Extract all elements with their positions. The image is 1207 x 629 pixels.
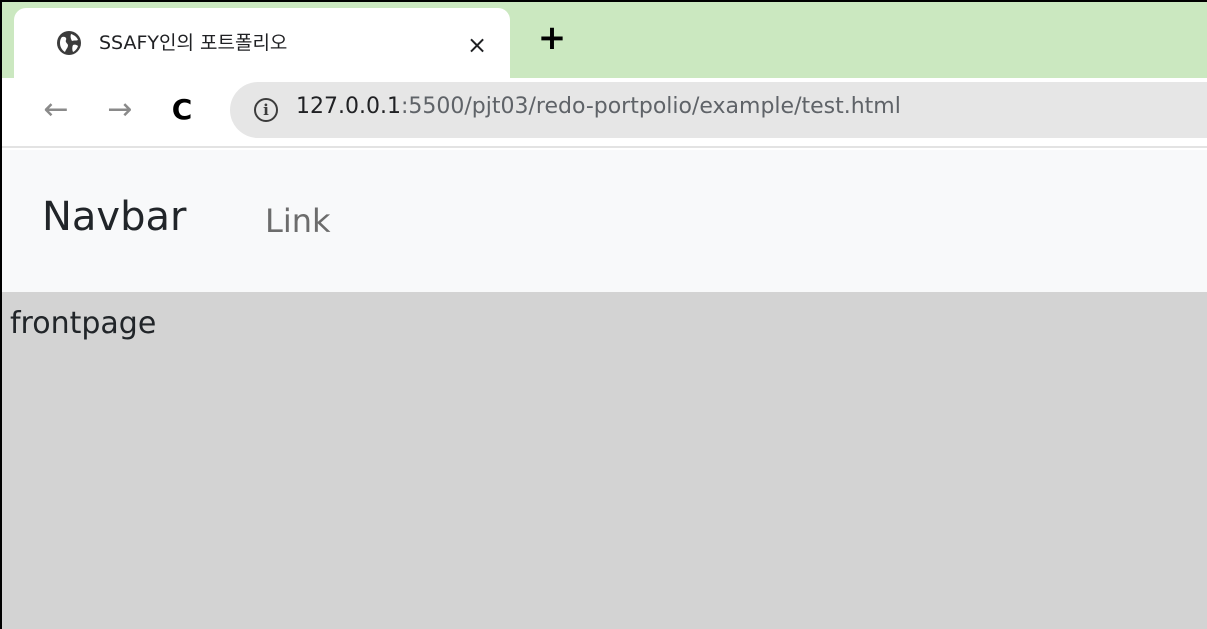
reload-button[interactable]: C	[162, 90, 202, 130]
frontpage-text: frontpage	[10, 306, 157, 341]
new-tab-button[interactable]: +	[530, 16, 574, 60]
globe-icon	[56, 30, 82, 56]
forward-button[interactable]: →	[100, 90, 140, 130]
tab-title: SSAFY인의 포트폴리오	[99, 32, 288, 54]
url-host: 127.0.0.1	[296, 94, 401, 119]
frontpage-section: frontpage	[2, 292, 1207, 629]
back-button[interactable]: ←	[36, 90, 76, 130]
address-bar[interactable]: i 127.0.0.1:5500/pjt03/redo-portpolio/ex…	[230, 82, 1207, 138]
tab-active[interactable]: SSAFY인의 포트폴리오 ×	[14, 8, 510, 78]
navbar-brand[interactable]: Navbar	[42, 194, 186, 240]
browser-window: SSAFY인의 포트폴리오 × + ← → C i 127.0.0.1:5500…	[0, 0, 1207, 629]
info-icon[interactable]: i	[254, 98, 278, 122]
tab-strip: SSAFY인의 포트폴리오 × +	[2, 2, 1207, 78]
url-text[interactable]: 127.0.0.1:5500/pjt03/redo-portpolio/exam…	[296, 94, 901, 119]
close-icon[interactable]: ×	[460, 28, 494, 62]
url-path: :5500/pjt03/redo-portpolio/example/test.…	[400, 94, 901, 119]
navbar: Navbar Link	[2, 150, 1207, 292]
nav-link[interactable]: Link	[265, 202, 331, 240]
browser-toolbar: ← → C i 127.0.0.1:5500/pjt03/redo-portpo…	[2, 78, 1207, 148]
